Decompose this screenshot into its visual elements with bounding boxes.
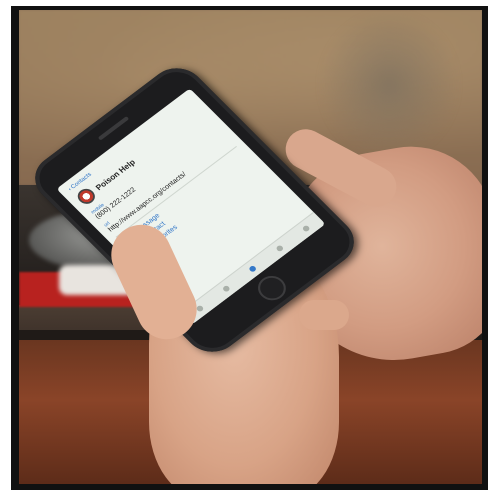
faucet — [319, 10, 459, 160]
tab-keypad-icon[interactable] — [275, 244, 285, 253]
photo-frame: ‹ Contacts Poison Help mobile (800) 222-… — [11, 6, 488, 490]
tab-contacts-icon[interactable] — [248, 264, 258, 273]
tab-voicemail-icon[interactable] — [301, 224, 311, 233]
poison-help-logo-icon — [74, 185, 99, 207]
kitchen-scene: ‹ Contacts Poison Help mobile (800) 222-… — [19, 10, 482, 484]
left-finger — [299, 300, 349, 330]
tab-recents-icon[interactable] — [221, 284, 231, 293]
